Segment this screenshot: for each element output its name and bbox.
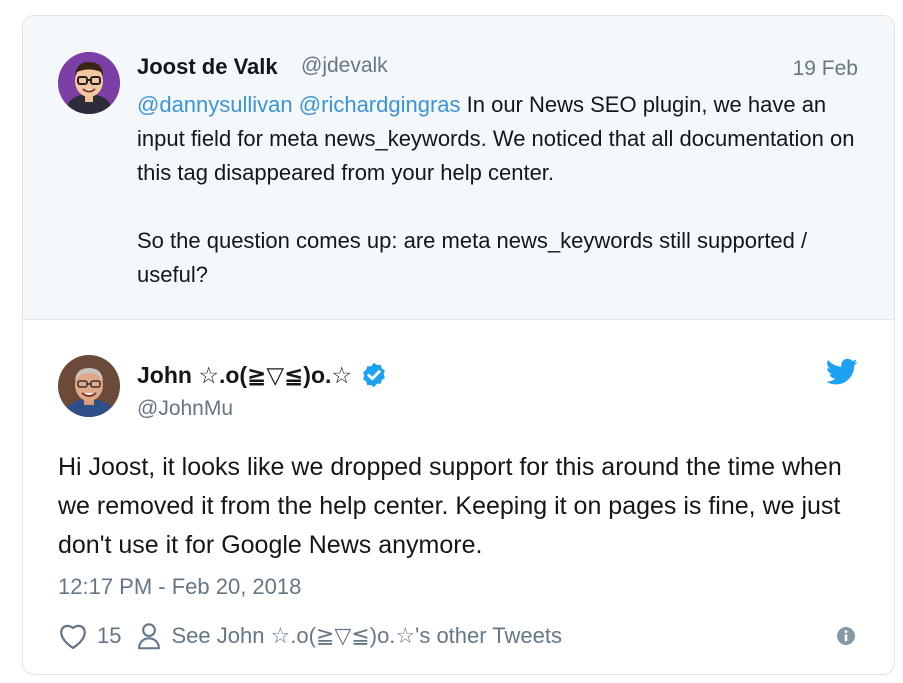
parent-avatar[interactable] — [58, 52, 120, 114]
parent-tweet-text: @dannysullivan @richardgingras In our Ne… — [137, 88, 857, 292]
like-count[interactable]: 15 — [97, 623, 121, 649]
mention-link[interactable]: @richardgingras — [299, 92, 461, 117]
parent-author-handle[interactable]: @jdevalk — [301, 54, 388, 78]
tweet-timestamp[interactable]: 12:17 PM - Feb 20, 2018 — [58, 574, 301, 600]
parent-author-name[interactable]: Joost de Valk — [137, 54, 278, 80]
person-icon — [138, 623, 161, 650]
main-author-name[interactable]: John ☆.o(≧▽≦)o.☆ — [137, 361, 388, 389]
parent-tweet[interactable]: Joost de Valk @jdevalk 19 Feb @dannysull… — [23, 16, 894, 320]
tweet-actions: 15 See John ☆.o(≧▽≦)o.☆'s other Tweets — [58, 621, 858, 651]
see-other-tweets-link[interactable]: See John ☆.o(≧▽≦)o.☆'s other Tweets — [171, 623, 562, 649]
twitter-bird-icon[interactable] — [826, 358, 858, 386]
info-icon[interactable] — [836, 626, 856, 646]
tweet-embed-card: Joost de Valk @jdevalk 19 Feb @dannysull… — [22, 15, 895, 675]
mention-link[interactable]: @dannysullivan — [137, 92, 293, 117]
main-author-name-text: John ☆.o(≧▽≦)o.☆ — [137, 361, 352, 388]
verified-badge-icon — [363, 362, 385, 388]
main-author-handle[interactable]: @JohnMu — [137, 397, 233, 421]
parent-tweet-text-part2: So the question comes up: are meta news_… — [137, 228, 808, 287]
heart-icon[interactable] — [58, 622, 88, 650]
parent-tweet-date[interactable]: 19 Feb — [793, 57, 858, 81]
main-avatar[interactable] — [58, 355, 120, 417]
main-tweet-text: Hi Joost, it looks like we dropped suppo… — [58, 453, 842, 559]
